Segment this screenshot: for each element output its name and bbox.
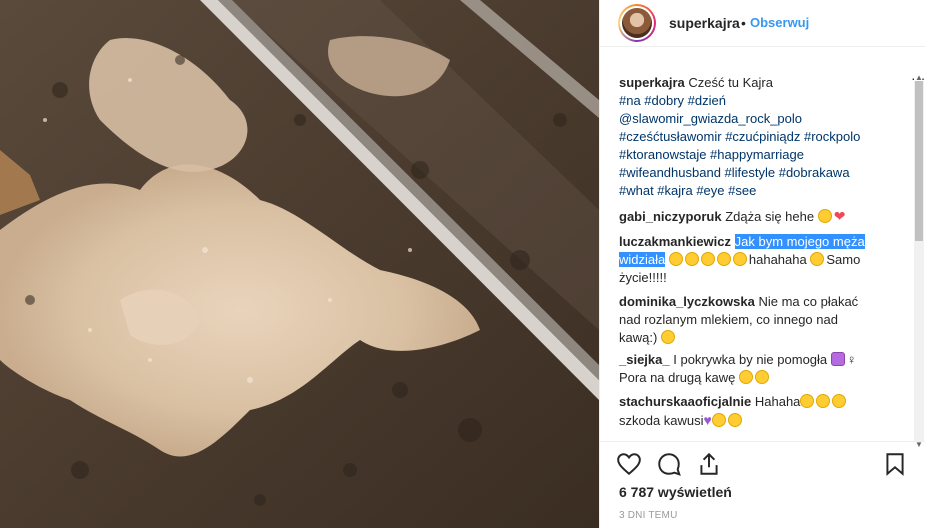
- comment-text: życie!!!!!: [619, 270, 667, 285]
- laughing-emoji-icon: [817, 209, 832, 223]
- spilled-coffee-photo: [0, 0, 599, 528]
- person-shrug-emoji-icon: [830, 352, 845, 366]
- purple-heart-emoji-icon: ♥: [703, 412, 712, 428]
- comment-text: I pokrywka by nie pomogła: [673, 352, 828, 367]
- laughing-emoji-icon: [727, 413, 742, 427]
- comment-text: kawą:): [619, 330, 658, 345]
- caption-hashtags[interactable]: #na #dobry #dzień: [619, 92, 901, 110]
- caption-hashtags[interactable]: #cześćtusławomir #czućpiniądz #rockpolo: [619, 128, 901, 146]
- caption-hashtags[interactable]: #ktoranowstaje #happymarriage: [619, 146, 901, 164]
- comment: dominika_lyczkowska Nie ma co płakać nad…: [619, 293, 901, 347]
- comment-text: Pora na drugą kawę: [619, 370, 736, 385]
- comment: stachurskaaoficjalnie Hahaha szkoda kawu…: [619, 393, 901, 430]
- comment-username[interactable]: luczakmankiewicz: [619, 234, 731, 249]
- comment-text: Zdąża się hehe: [725, 209, 815, 224]
- comment-username[interactable]: stachurskaaoficjalnie: [619, 394, 751, 409]
- avatar[interactable]: [618, 4, 656, 42]
- comment-text: Samo: [826, 252, 861, 267]
- grin-emoji-icon: [754, 370, 769, 384]
- caption: superkajra Cześć tu Kajra #na #dobry #dz…: [619, 74, 901, 200]
- post-timestamp[interactable]: 3 DNI TEMU: [619, 510, 678, 521]
- comment-username[interactable]: dominika_lyczkowska: [619, 294, 755, 309]
- grin-emoji-icon: [732, 252, 747, 266]
- laughing-emoji-icon: [660, 330, 675, 344]
- post-side-panel: superkajra • Obserwuj ... superkajra Cze…: [599, 0, 925, 528]
- comment: gabi_niczyporuk Zdąża się hehe ❤: [619, 207, 901, 226]
- comment-text: Hahaha: [754, 394, 801, 409]
- comment-username[interactable]: _siejka_: [619, 352, 670, 367]
- comments-section[interactable]: ... superkajra Cześć tu Kajra #na #dobry…: [600, 47, 925, 440]
- comment-text: szkoda kawusi: [619, 413, 704, 428]
- comment-text: hahahaha: [748, 252, 807, 267]
- hug-emoji-icon: [738, 370, 753, 384]
- laughing-emoji-icon: [832, 394, 847, 408]
- smile-emoji-icon: [684, 252, 699, 266]
- post-header: superkajra • Obserwuj: [600, 0, 925, 47]
- comment: luczakmankiewicz Jak bym mojego męża wid…: [619, 233, 901, 287]
- action-bar: [600, 441, 925, 486]
- author-username[interactable]: superkajra: [669, 15, 740, 31]
- caption-text: Cześć tu Kajra: [688, 75, 773, 90]
- caption-hashtags[interactable]: #wifeandhusband #lifestyle #dobrakawa: [619, 164, 901, 182]
- comment-text: Nie ma co płakać: [758, 294, 859, 309]
- female-sign: ♀: [846, 352, 857, 367]
- heart-emoji-icon: ❤: [833, 208, 846, 224]
- separator-dot: •: [741, 15, 746, 31]
- comment-text-selected: widziała: [619, 252, 666, 267]
- smile-emoji-icon: [700, 252, 715, 266]
- smile-emoji-icon: [716, 252, 731, 266]
- comment-icon[interactable]: [656, 451, 682, 477]
- scrollbar-thumb[interactable]: [915, 81, 923, 241]
- view-count[interactable]: 6 787 wyświetleń: [619, 484, 732, 500]
- smile-emoji-icon: [810, 252, 825, 266]
- comment-text: nad rozlanym mlekiem, co innego nad: [619, 312, 838, 327]
- follow-button[interactable]: Obserwuj: [750, 15, 809, 30]
- laughing-emoji-icon: [816, 394, 831, 408]
- post-media[interactable]: [0, 0, 599, 528]
- comment: _siejka_ I pokrywka by nie pomogła ♀ Por…: [619, 351, 901, 387]
- share-icon[interactable]: [696, 451, 722, 477]
- smile-emoji-icon: [668, 252, 683, 266]
- comments-scrollbar[interactable]: ▲ ▼: [914, 73, 924, 449]
- caption-hashtags[interactable]: #what #kajra #eye #see: [619, 182, 901, 200]
- caption-mention[interactable]: @slawomir_gwiazda_rock_polo: [619, 110, 901, 128]
- comment-text-selected: Jak bym mojego męża: [734, 234, 865, 249]
- bookmark-icon[interactable]: [882, 451, 908, 477]
- heart-icon[interactable]: [616, 451, 642, 477]
- laughing-emoji-icon: [800, 394, 815, 408]
- comment-username[interactable]: gabi_niczyporuk: [619, 209, 722, 224]
- caption-username[interactable]: superkajra: [619, 75, 685, 90]
- laughing-emoji-icon: [711, 413, 726, 427]
